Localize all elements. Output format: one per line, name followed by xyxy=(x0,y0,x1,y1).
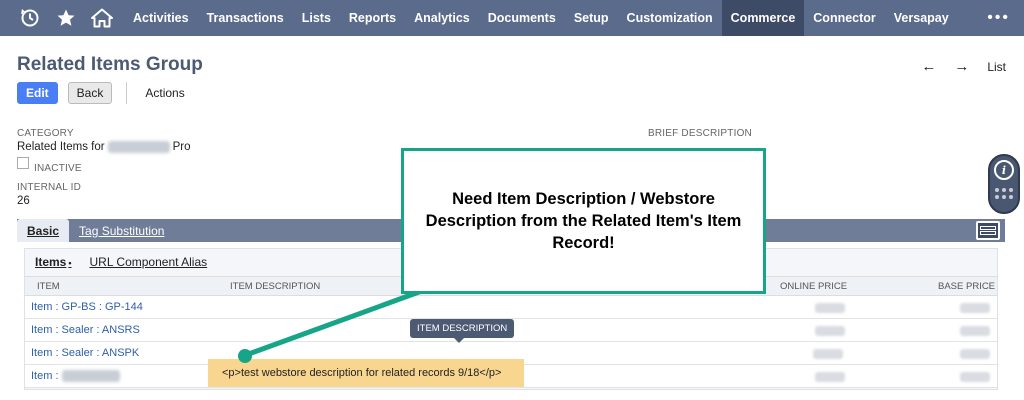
redacted-text xyxy=(107,141,170,153)
top-nav: Activities Transactions Lists Reports An… xyxy=(0,0,1024,36)
tab-basic[interactable]: Basic xyxy=(17,219,70,242)
table-row: Item : GP-BS : GP-144 xyxy=(25,296,997,319)
nav-commerce[interactable]: Commerce xyxy=(721,0,805,36)
back-button[interactable]: Back xyxy=(67,82,113,104)
category-suffix: Pro xyxy=(172,141,191,154)
tab-url-component-alias[interactable]: URL Component Alias xyxy=(86,253,212,271)
button-bar: Edit Back Actions xyxy=(17,82,185,104)
category-value: Related Items for Pro xyxy=(17,141,190,153)
tab-items-label: Items xyxy=(35,255,67,269)
nav-setup[interactable]: Setup xyxy=(565,0,618,36)
item-link-prefix: Item : xyxy=(31,370,59,382)
item-link[interactable]: Item : GP-BS : GP-144 xyxy=(31,296,143,319)
column-tooltip: ITEM DESCRIPTION xyxy=(410,319,515,343)
tab-items-marker: • xyxy=(68,258,72,268)
tab-items[interactable]: Items • xyxy=(31,253,76,271)
info-icon[interactable]: i xyxy=(994,160,1014,180)
annotation-callout: Need Item Description / Webstore Descrip… xyxy=(401,148,766,294)
webstore-description-highlight: <p>test webstore description for related… xyxy=(208,359,524,387)
brief-description-label: BRIEF DESCRIPTION xyxy=(648,128,752,139)
side-help-widget[interactable]: i xyxy=(988,154,1020,214)
redacted-online-price xyxy=(815,372,845,382)
nav-versapay[interactable]: Versapay xyxy=(885,0,958,36)
category-label: CATEGORY xyxy=(17,128,74,139)
inactive-label: INACTIVE xyxy=(34,163,82,174)
nav-analytics[interactable]: Analytics xyxy=(405,0,479,36)
recent-records-icon[interactable] xyxy=(12,0,48,36)
edit-button[interactable]: Edit xyxy=(17,82,58,104)
internal-id-label: INTERNAL ID xyxy=(17,182,82,193)
callout-text: Need Item Description / Webstore Descrip… xyxy=(425,190,742,252)
nav-icons xyxy=(0,0,120,36)
header-item[interactable]: ITEM xyxy=(37,277,60,296)
home-icon[interactable] xyxy=(84,0,120,36)
nav-menu: Activities Transactions Lists Reports An… xyxy=(124,0,958,36)
previous-record-arrow-icon[interactable]: ← xyxy=(921,58,936,75)
redacted-base-price xyxy=(960,349,990,359)
item-link[interactable]: Item : Sealer : ANSRS xyxy=(31,319,140,342)
header-base-price[interactable]: BASE PRICE xyxy=(938,277,995,296)
actions-menu[interactable]: Actions xyxy=(145,86,184,100)
header-item-description[interactable]: ITEM DESCRIPTION xyxy=(230,277,320,296)
nav-activities[interactable]: Activities xyxy=(124,0,198,36)
nav-documents[interactable]: Documents xyxy=(479,0,565,36)
more-menu-icon[interactable]: ••• xyxy=(987,0,1010,36)
redacted-online-price xyxy=(815,326,845,336)
list-link[interactable]: List xyxy=(987,60,1006,74)
redacted-base-price xyxy=(960,303,990,313)
header-online-price[interactable]: ONLINE PRICE xyxy=(780,277,847,296)
category-prefix: Related Items for xyxy=(17,141,105,154)
inactive-checkbox[interactable] xyxy=(17,157,29,169)
page-title: Related Items Group xyxy=(17,54,203,75)
redacted-base-price xyxy=(960,326,990,336)
tab-tag-substitution[interactable]: Tag Substitution xyxy=(69,219,174,242)
internal-id-value: 26 xyxy=(17,195,30,207)
redacted-text xyxy=(61,370,120,383)
redacted-online-price xyxy=(815,303,845,313)
drag-grip-icon[interactable] xyxy=(995,188,1013,199)
nav-lists[interactable]: Lists xyxy=(293,0,340,36)
layout-toggle-icon[interactable] xyxy=(976,221,1000,240)
favorites-star-icon[interactable] xyxy=(48,0,84,36)
nav-transactions[interactable]: Transactions xyxy=(198,0,293,36)
nav-customization[interactable]: Customization xyxy=(618,0,722,36)
button-divider xyxy=(126,82,128,104)
redacted-base-price xyxy=(960,372,990,382)
inner-tab-bar: Items • URL Component Alias xyxy=(31,253,211,271)
nav-reports[interactable]: Reports xyxy=(340,0,405,36)
item-link[interactable]: Item : xyxy=(31,365,123,388)
record-pager: ← → List xyxy=(921,58,1006,75)
item-link[interactable]: Item : Sealer : ANSPK xyxy=(31,342,139,365)
redacted-online-price xyxy=(813,349,843,359)
nav-connector[interactable]: Connector xyxy=(804,0,885,36)
next-record-arrow-icon[interactable]: → xyxy=(954,58,969,75)
